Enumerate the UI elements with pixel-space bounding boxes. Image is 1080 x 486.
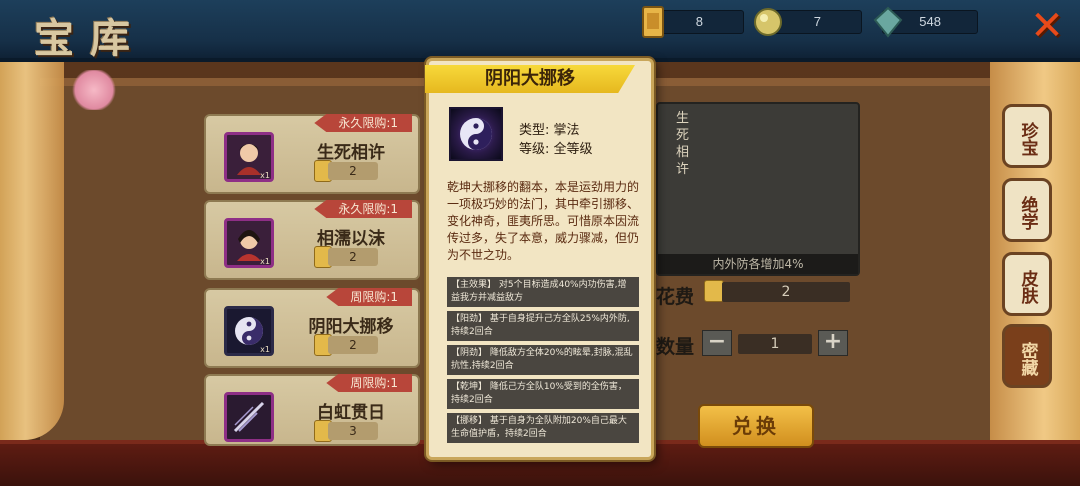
skill-meta: 类型: 掌法 等级: 全等级: [519, 121, 593, 159]
coin-icon: [704, 280, 724, 302]
quantity-tag: x1: [260, 345, 270, 354]
purchase-limit-badge: 永久限购:1: [314, 200, 412, 218]
top-bar: 宝库 8 7 548 ✕: [0, 0, 1080, 62]
treasury-screen: 宝库 8 7 548 ✕ 永久限购:1 x1 生死相许 2 永久限购:1 x1 …: [0, 0, 1080, 486]
character-portrait-icon: x1: [224, 218, 274, 268]
resource-ticket: 8: [642, 6, 744, 38]
skill-info-popup: 阴阳大挪移 类型: 掌法 等级: 全等级 乾坤大挪移的翻本，本是运劲用力的一项极…: [425, 58, 654, 460]
purchase-limit-badge: 永久限购:1: [314, 114, 412, 132]
preview-effect-text: 内外防各增加4%: [658, 254, 858, 274]
item-cost: 2: [328, 248, 378, 266]
list-item[interactable]: 周限购:1 x1 阴阳大挪移 2: [204, 288, 420, 368]
tab-martial-arts[interactable]: 绝学: [1002, 178, 1052, 242]
jade-gem-icon: [873, 6, 903, 38]
item-cost: 2: [328, 336, 378, 354]
effect-item: 【挪移】 基于自身为全队附加20%自己最大生命值护盾，持续2回合: [447, 413, 639, 443]
item-cost: 3: [328, 422, 378, 440]
cost-label: 花费: [656, 286, 695, 308]
popup-title: 阴阳大挪移: [425, 65, 635, 93]
page-title: 宝库: [34, 15, 146, 62]
item-name: 阴阳大挪移: [308, 317, 394, 337]
effect-list: 【主效果】 对5个目标造成40%内功伤害,增益我方并减益敌方 【阳劲】 基于自身…: [447, 277, 639, 447]
resource-value: 548: [919, 14, 941, 29]
effect-item: 【阳劲】 基于自身提升己方全队25%内外防,持续2回合: [447, 311, 639, 341]
resource-jade: 548: [873, 6, 978, 38]
scroll-ticket-icon: [642, 6, 664, 38]
close-button[interactable]: ✕: [1028, 6, 1066, 46]
flower-decoration: [70, 70, 118, 110]
resource-value: 7: [813, 14, 821, 29]
increase-button[interactable]: +: [818, 330, 848, 356]
item-preview-panel: 生死相许 内外防各增加4%: [656, 102, 860, 276]
quantity-field[interactable]: 1: [738, 334, 812, 354]
skill-description: 乾坤大挪移的翻本，本是运劲用力的一项极巧妙的法门，其中牵引挪移、变化神奇，匪夷所…: [447, 180, 640, 262]
list-item[interactable]: 永久限购:1 x1 生死相许 2: [204, 114, 420, 194]
effect-item: 【乾坤】 降低己方全队10%受到的全伤害，持续2回合: [447, 379, 639, 409]
list-item[interactable]: 永久限购:1 x1 相濡以沫 2: [204, 200, 420, 280]
preview-title: 生死相许: [676, 111, 690, 177]
tab-secret-collection[interactable]: 密藏: [1002, 324, 1052, 388]
purchase-limit-badge: 周限购:1: [326, 374, 412, 392]
item-name: 相濡以沫: [317, 229, 385, 249]
left-curtain: [0, 60, 64, 440]
item-cost: 2: [328, 162, 378, 180]
item-name: 白虹贯日: [317, 403, 385, 423]
decrease-button[interactable]: −: [702, 330, 732, 356]
item-name: 生死相许: [317, 143, 385, 163]
exchange-button[interactable]: 兑换: [698, 404, 814, 448]
effect-item: 【主效果】 对5个目标造成40%内功伤害,增益我方并减益敌方: [447, 277, 639, 307]
purchase-limit-badge: 周限购:1: [326, 288, 412, 306]
list-item[interactable]: 周限购:1 白虹贯日 3: [204, 374, 420, 446]
tab-skins[interactable]: 皮肤: [1002, 252, 1052, 316]
skill-level: 等级: 全等级: [519, 142, 593, 157]
sword-skill-icon: [224, 392, 274, 442]
yin-yang-skill-icon: x1: [224, 306, 274, 356]
resource-value: 8: [695, 14, 703, 29]
yin-yang-skill-icon: [449, 107, 503, 161]
gold-orb-icon: [754, 8, 782, 36]
quantity-tag: x1: [260, 257, 270, 266]
quantity-tag: x1: [260, 171, 270, 180]
character-portrait-icon: x1: [224, 132, 274, 182]
skill-type: 类型: 掌法: [519, 123, 580, 138]
quantity-label: 数量: [656, 336, 695, 358]
cost-value: 2: [722, 282, 850, 302]
effect-item: 【阴劲】 降低敌方全体20%的眩晕,封脉,混乱抗性,持续2回合: [447, 345, 639, 375]
tab-treasure[interactable]: 珍宝: [1002, 104, 1052, 168]
resource-gold: 7: [754, 8, 862, 36]
